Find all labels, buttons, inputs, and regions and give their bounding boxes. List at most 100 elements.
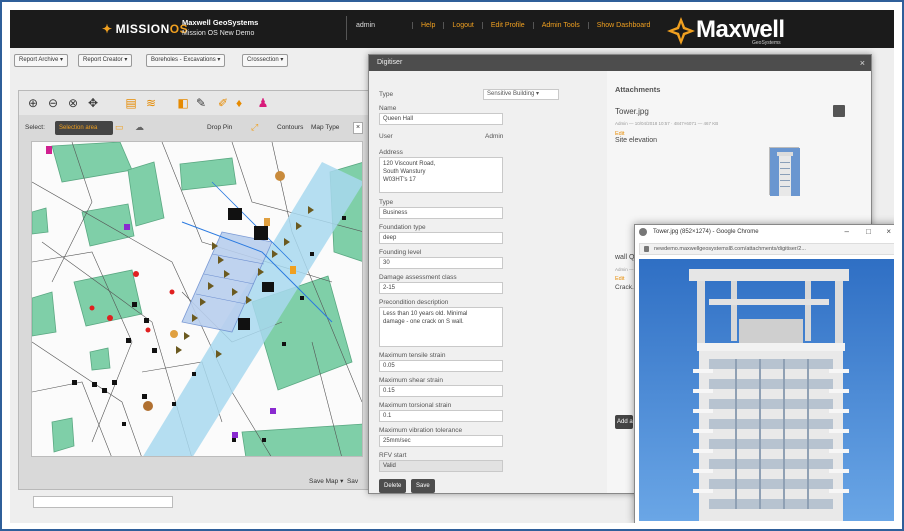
precondition-field[interactable]: Less than 10 years old. Minimal damage -…	[379, 307, 503, 347]
attachment-meta: Admin — 10/04/2018 10:57 · 4847×6071 — 4…	[615, 121, 719, 126]
save-map-link[interactable]: Save Map ▾ Sav	[309, 477, 358, 485]
missionos-logo[interactable]: ✦ MISSIONOS	[102, 22, 188, 36]
nav-admin-tools[interactable]: Admin Tools	[532, 22, 588, 29]
max-shear-label: Maximum shear strain	[379, 377, 443, 384]
app-window: ✦ MISSIONOS Maxwell GeoSystems Mission OS…	[10, 10, 894, 523]
name-field[interactable]: Queen Hall	[379, 113, 503, 125]
selection-options-icon[interactable]: ▭	[115, 122, 124, 133]
map-canvas[interactable]	[31, 141, 363, 457]
maximize-icon[interactable]: □	[866, 225, 871, 239]
project-name: Mission OS New Demo	[182, 30, 255, 37]
contour-icon[interactable]: ≋	[143, 95, 159, 111]
tower-photo	[639, 259, 894, 521]
bulb-icon[interactable]: ✎	[193, 95, 209, 111]
select-label: Select:	[25, 124, 45, 131]
type-label: Type	[379, 91, 394, 98]
map-type-close-icon[interactable]: ×	[353, 122, 363, 134]
damage-class-field[interactable]: 2-15	[379, 282, 503, 294]
building-polygon	[179, 157, 237, 191]
top-nav: Help Logout Edit Profile Admin Tools Sho…	[412, 22, 658, 29]
bookmark-icon[interactable]: ◧	[175, 95, 191, 111]
address-bar[interactable]: newdemo.maxwellgeosystemsl8.com/attachme…	[639, 243, 894, 255]
map-type-label[interactable]: Map Type	[311, 124, 339, 131]
max-tensile-label: Maximum tensile strain	[379, 352, 446, 359]
instrument-marker	[254, 226, 268, 240]
attachment-edit-link-2[interactable]: Edit	[615, 276, 624, 282]
crossection-button[interactable]: Crossection ▾	[242, 54, 289, 67]
user-value: Admin	[485, 133, 504, 140]
building-type-field[interactable]: Business	[379, 207, 503, 219]
drop-pin-label[interactable]: Drop Pin	[207, 124, 232, 131]
name-label: Name	[379, 105, 397, 112]
brand-sub: GeoSystems	[752, 40, 781, 46]
attachment-menu-icon[interactable]	[833, 105, 845, 117]
nav-logout[interactable]: Logout	[443, 22, 481, 29]
damage-class-label: Damage assessment class	[379, 274, 457, 281]
dialog-close-icon[interactable]: ×	[860, 55, 865, 71]
max-shear-field[interactable]: 0.15	[379, 385, 503, 397]
max-vibration-field[interactable]: 25mm/sec	[379, 435, 503, 447]
dialog-header: Digitiser ×	[369, 55, 871, 71]
zoom-out-icon[interactable]: ⊖	[45, 95, 61, 111]
precondition-label: Precondition description	[379, 299, 449, 306]
draw-icon[interactable]: ✐	[215, 95, 231, 111]
screenshot-frame: ✦ MISSIONOS Maxwell GeoSystems Mission OS…	[0, 0, 904, 531]
instrument-marker	[238, 318, 250, 330]
report-archive-button[interactable]: Report Archive ▾	[14, 54, 69, 67]
nav-help[interactable]: Help	[412, 22, 443, 29]
minimize-icon[interactable]: –	[845, 225, 849, 239]
logo-mission-text: MISSION	[115, 22, 170, 36]
zoom-extent-icon[interactable]: ⊗	[65, 95, 81, 111]
ruler-icon[interactable]: ⤢	[251, 122, 258, 133]
pan-icon[interactable]: ✥	[85, 95, 101, 111]
building-polygon	[32, 291, 57, 337]
layers-icon[interactable]: ▤	[123, 95, 139, 111]
company-name: Maxwell GeoSystems	[182, 18, 259, 27]
max-vibration-label: Maximum vibration tolerance	[379, 427, 463, 434]
attachment-description: Site elevation	[615, 137, 658, 144]
address-label: Address	[379, 149, 403, 156]
building-polygon	[32, 207, 49, 235]
instrument-marker	[262, 282, 274, 292]
contours-label[interactable]: Contours	[277, 124, 303, 131]
nav-show-dashboard[interactable]: Show Dashboard	[587, 22, 659, 29]
attachment-filename[interactable]: Tower.jpg	[615, 107, 649, 116]
cloud-icon[interactable]: ☁	[135, 122, 144, 133]
founding-level-label: Founding level	[379, 249, 422, 256]
map-toolbar: ⊕ ⊖ ⊗ ✥ ▤ ≋ ◧ ✎ ✐ ♦ ♟	[19, 91, 371, 115]
top-bar: ✦ MISSIONOS Maxwell GeoSystems Mission OS…	[10, 10, 894, 48]
zoom-in-icon[interactable]: ⊕	[25, 95, 41, 111]
map-search-input[interactable]	[33, 496, 173, 508]
foundation-type-field[interactable]: deep	[379, 232, 503, 244]
pin-icon[interactable]: ♟	[255, 95, 271, 111]
save-map-more-label: Sav	[346, 478, 359, 485]
report-creator-button[interactable]: Report Creator ▾	[78, 54, 133, 67]
type-select[interactable]: Sensitive Building ▾	[483, 89, 559, 100]
user-name: admin	[356, 22, 376, 29]
boreholes-label: Boreholes - Excavations	[151, 57, 216, 63]
founding-level-field[interactable]: 30	[379, 257, 503, 269]
attachments-title: Attachments	[615, 85, 661, 94]
max-torsional-label: Maximum torsional strain	[379, 402, 452, 409]
nav-edit-profile[interactable]: Edit Profile	[481, 22, 533, 29]
maxwell-star-icon	[667, 17, 695, 45]
light-icon[interactable]: ♦	[231, 95, 247, 111]
address-field[interactable]: 120 Viscount Road, South Wanstury W03HT'…	[379, 157, 503, 193]
browser-close-icon[interactable]: ×	[886, 225, 891, 239]
building-polygon	[51, 417, 75, 453]
save-button[interactable]: Save	[411, 479, 435, 493]
type-select-value: Sensitive Building	[487, 91, 535, 97]
boreholes-button[interactable]: Boreholes - Excavations ▾	[146, 54, 226, 67]
selection-row: Select: Selection area ▭ ☁ Drop Pin ⤢ Co…	[19, 121, 371, 137]
rfv-field[interactable]: Valid	[379, 460, 503, 472]
max-torsional-field[interactable]: 0.1	[379, 410, 503, 422]
user-label: User	[379, 133, 393, 140]
foundation-type-label: Foundation type	[379, 224, 426, 231]
delete-button[interactable]: Delete	[379, 479, 407, 493]
tower-thumbnail-image	[770, 148, 800, 196]
attachment-thumbnail[interactable]	[769, 147, 800, 196]
selection-mode-select[interactable]: Selection area	[55, 121, 113, 135]
max-tensile-field[interactable]: 0.05	[379, 360, 503, 372]
lock-icon	[644, 246, 649, 252]
add-attachment-button[interactable]: Add a	[615, 415, 633, 429]
